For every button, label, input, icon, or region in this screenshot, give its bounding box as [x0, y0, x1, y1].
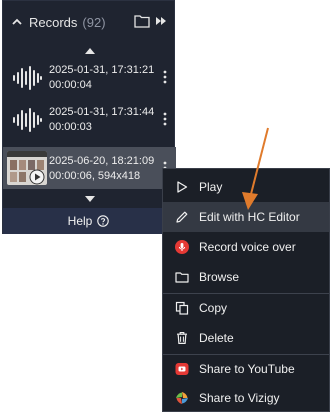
scroll-down-arrow-icon[interactable] [85, 195, 95, 203]
menu-item-browse[interactable]: Browse [163, 262, 329, 292]
records-panel: Records (92) 2025-01-31, 17:31:21 00:00:… [2, 0, 176, 234]
menu-item-label: Share to YouTube [199, 362, 295, 376]
records-title: Records [29, 14, 78, 30]
audio-waveform-icon [13, 66, 42, 90]
menu-item-label: Play [199, 180, 223, 194]
menu-item-label: Delete [199, 331, 234, 345]
microphone-icon [175, 240, 189, 254]
record-duration: 00:00:03 [49, 121, 92, 133]
record-duration-dimensions: 00:00:06, 594x418 [49, 170, 141, 182]
vizigy-icon [176, 392, 188, 404]
record-item[interactable]: 2025-01-31, 17:31:21 00:00:04 [3, 56, 176, 98]
record-duration: 00:00:04 [49, 79, 92, 91]
help-label: Help [67, 214, 93, 228]
menu-item-label: Record voice over [199, 240, 296, 254]
video-thumbnail [7, 151, 47, 185]
menu-item-copy[interactable]: Copy [163, 293, 329, 323]
menu-item-record-voice-over[interactable]: Record voice over [163, 232, 329, 262]
copy-icon [175, 301, 189, 315]
play-icon [177, 181, 188, 193]
scroll-up-arrow-icon[interactable] [85, 47, 95, 55]
record-timestamp: 2025-06-20, 18:21:09 [49, 155, 155, 167]
menu-item-share-vizigy[interactable]: Share to Vizigy [163, 383, 329, 413]
folder-icon[interactable] [134, 14, 150, 28]
record-item[interactable]: 2025-01-31, 17:31:44 00:00:03 [3, 98, 176, 140]
record-timestamp: 2025-01-31, 17:31:21 [49, 64, 155, 76]
menu-item-label: Share to Vizigy [199, 391, 280, 405]
help-button[interactable]: Help [3, 208, 174, 234]
record-item-selected[interactable]: 2025-06-20, 18:21:09 00:00:06, 594x418 [3, 147, 176, 189]
records-header[interactable]: Records (92) [3, 1, 176, 43]
trash-icon [177, 332, 187, 344]
more-vertical-icon[interactable] [163, 112, 167, 126]
menu-item-label: Copy [199, 301, 228, 315]
more-vertical-icon[interactable] [163, 70, 167, 84]
record-timestamp: 2025-01-31, 17:31:44 [49, 106, 155, 118]
question-circle-icon [97, 215, 110, 227]
fast-forward-icon[interactable] [155, 15, 167, 27]
youtube-icon [175, 363, 189, 375]
menu-item-delete[interactable]: Delete [163, 323, 329, 353]
menu-item-share-youtube[interactable]: Share to YouTube [163, 354, 329, 384]
pencil-icon [176, 211, 188, 223]
folder-icon [175, 272, 189, 283]
audio-waveform-icon [13, 108, 42, 132]
annotation-arrow [242, 127, 269, 210]
chevron-up-icon[interactable] [11, 16, 23, 28]
records-count: (92) [82, 14, 106, 30]
menu-item-label: Browse [199, 270, 240, 284]
